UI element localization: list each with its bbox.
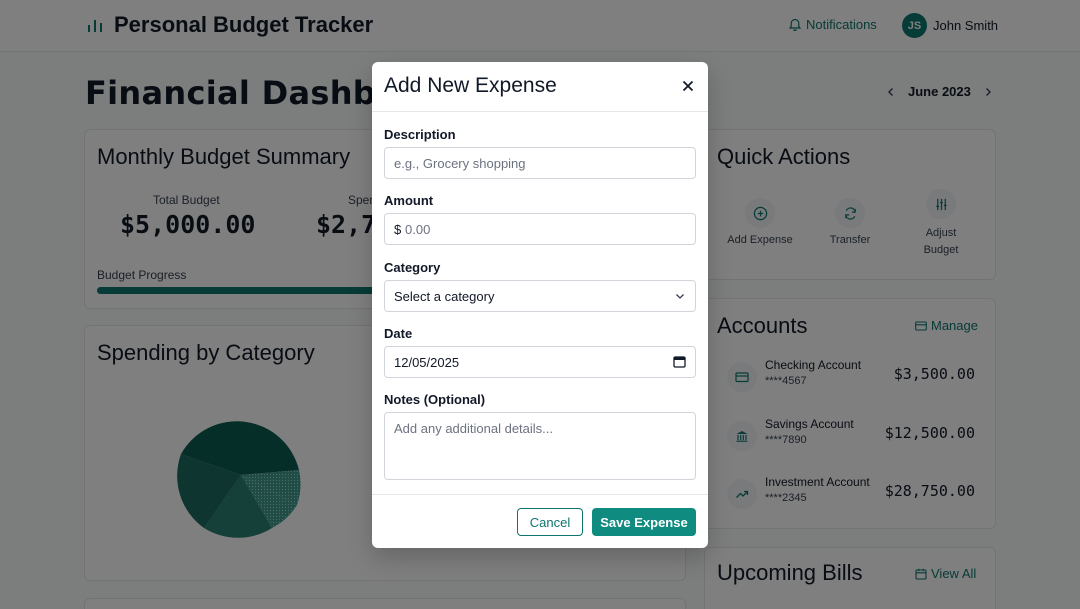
close-icon: [682, 80, 694, 92]
notes-textarea[interactable]: [384, 412, 696, 480]
category-selected-value: Select a category: [394, 289, 495, 304]
modal-header: Add New Expense: [372, 62, 708, 112]
date-value: 12/05/2025: [394, 355, 460, 370]
description-label: Description: [384, 127, 456, 142]
notes-label: Notes (Optional): [384, 392, 486, 407]
save-expense-button[interactable]: Save Expense: [592, 508, 696, 536]
description-input[interactable]: [384, 147, 696, 179]
close-button[interactable]: [680, 78, 696, 94]
date-label: Date: [384, 326, 413, 341]
cancel-button[interactable]: Cancel: [517, 508, 583, 536]
modal-title: Add New Expense: [384, 74, 557, 97]
add-expense-modal: Add New Expense Description Amount $ Cat…: [372, 62, 708, 548]
amount-label: Amount: [384, 193, 434, 208]
date-input[interactable]: 12/05/2025: [384, 346, 696, 378]
category-select[interactable]: Select a category: [384, 280, 696, 312]
chevron-down-icon: [676, 294, 684, 299]
currency-symbol: $: [394, 222, 402, 237]
calendar-icon[interactable]: [673, 355, 686, 368]
category-label: Category: [384, 260, 441, 275]
amount-field[interactable]: $: [384, 213, 696, 245]
amount-input[interactable]: [405, 214, 685, 244]
modal-footer: Cancel Save Expense: [372, 494, 708, 548]
